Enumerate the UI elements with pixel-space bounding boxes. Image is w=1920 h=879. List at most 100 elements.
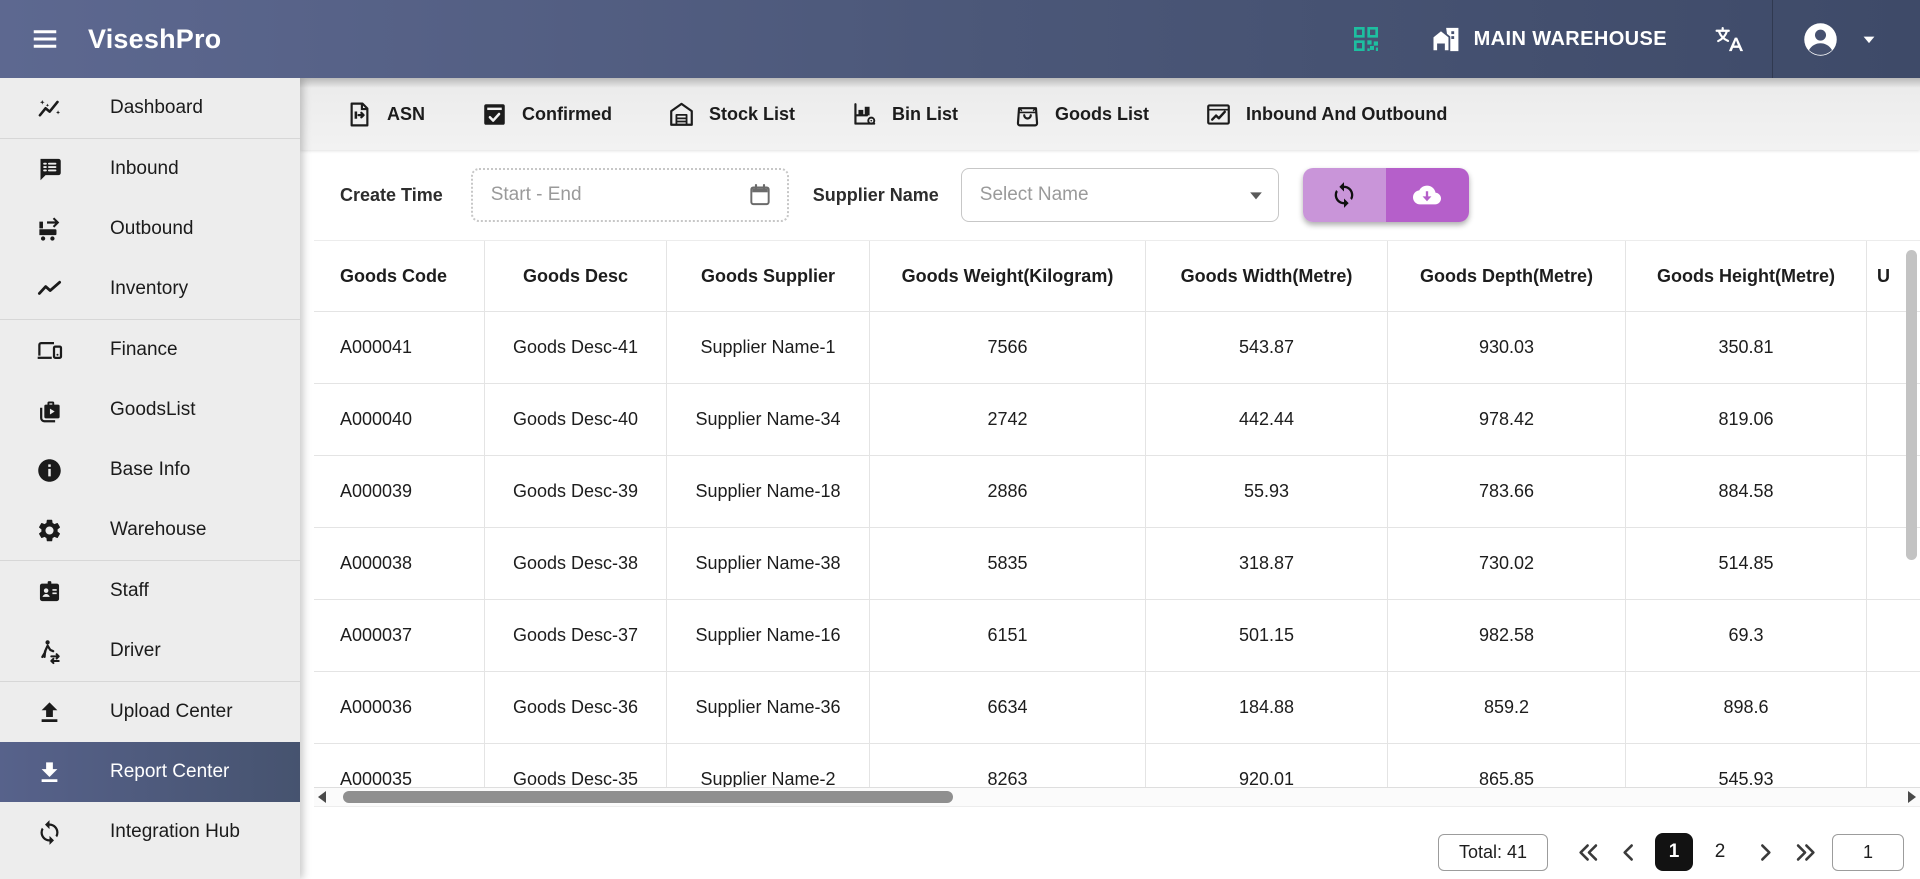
table-cell: 514.85: [1626, 528, 1867, 599]
table-cell: Supplier Name-38: [667, 528, 870, 599]
tab-goods-list[interactable]: Goods List: [1013, 100, 1149, 129]
sidebar-item-label: Finance: [110, 339, 178, 361]
table-cell: 69.3: [1626, 600, 1867, 671]
table-cell: 318.87: [1146, 528, 1388, 599]
action-buttons: [1303, 168, 1469, 222]
page-button-2[interactable]: 2: [1701, 833, 1739, 871]
info-icon: [36, 457, 63, 484]
sync-icon: [36, 819, 63, 846]
table-row[interactable]: A000038Goods Desc-38Supplier Name-385835…: [314, 527, 1920, 599]
sidebar-item-staff[interactable]: Staff: [0, 561, 300, 621]
tab-asn[interactable]: ASN: [345, 100, 425, 129]
first-page-button[interactable]: [1575, 839, 1602, 866]
column-header-goods-desc: Goods Desc: [485, 241, 667, 311]
sidebar-item-inventory[interactable]: Inventory: [0, 259, 300, 319]
table-cell: 898.6: [1626, 672, 1867, 743]
table-row[interactable]: A000036Goods Desc-36Supplier Name-366634…: [314, 671, 1920, 743]
table-cell: 2886: [870, 456, 1146, 527]
table-row[interactable]: A000039Goods Desc-39Supplier Name-182886…: [314, 455, 1920, 527]
table-cell: 350.81: [1626, 312, 1867, 383]
table-cell: Goods Desc-36: [485, 672, 667, 743]
table-cell: Supplier Name-34: [667, 384, 870, 455]
date-range-input[interactable]: Start - End: [471, 168, 789, 222]
prev-page-button[interactable]: [1615, 839, 1642, 866]
caret-down-icon[interactable]: [1856, 26, 1882, 52]
sidebar-item-label: Staff: [110, 580, 149, 602]
inout-chart-icon: [1204, 100, 1233, 129]
menu-icon[interactable]: [30, 24, 60, 54]
scroll-right-arrow[interactable]: [1904, 788, 1920, 806]
scroll-left-arrow[interactable]: [314, 788, 330, 806]
sidebar-item-label: Base Info: [110, 459, 190, 481]
sidebar-item-warehouse[interactable]: Warehouse: [0, 500, 300, 560]
dropdown-caret-icon: [1242, 181, 1270, 209]
cases-icon: [36, 397, 63, 424]
table-cell: A000041: [314, 312, 485, 383]
page-numbers: 12: [1655, 833, 1739, 871]
table-cell: 543.87: [1146, 312, 1388, 383]
table-cell: 2742: [870, 384, 1146, 455]
table-cell: [1867, 600, 1920, 671]
table-cell: 783.66: [1388, 456, 1626, 527]
table-cell: 859.2: [1388, 672, 1626, 743]
horizontal-scrollbar[interactable]: [314, 787, 1920, 807]
sidebar-item-upload-center[interactable]: Upload Center: [0, 682, 300, 742]
table-cell: 978.42: [1388, 384, 1626, 455]
scrollbar-thumb[interactable]: [343, 791, 953, 803]
tab-bar: ASN Confirmed Stock List Bin List Goods List…: [300, 78, 1920, 150]
supplier-select[interactable]: Select Name: [961, 168, 1279, 222]
page-jump-input[interactable]: [1832, 834, 1904, 871]
refresh-button[interactable]: [1303, 168, 1386, 222]
export-button[interactable]: [1386, 168, 1469, 222]
tab-inbound-and-outbound[interactable]: Inbound And Outbound: [1204, 100, 1447, 129]
pagination-bar: Total: 41 12: [300, 832, 1920, 872]
table-cell: 884.58: [1626, 456, 1867, 527]
filter-bar: Create Time Start - End Supplier Name Se…: [300, 150, 1920, 240]
table-cell: 55.93: [1146, 456, 1388, 527]
next-page-button[interactable]: [1752, 839, 1779, 866]
table-cell: Goods Desc-39: [485, 456, 667, 527]
sidebar-item-label: Upload Center: [110, 701, 233, 723]
sidebar-item-finance[interactable]: Finance: [0, 320, 300, 380]
last-page-button[interactable]: [1792, 839, 1819, 866]
sidebar-item-label: GoodsList: [110, 399, 196, 421]
table-cell: 5835: [870, 528, 1146, 599]
sidebar-item-base-info[interactable]: Base Info: [0, 440, 300, 500]
table-cell: Goods Desc-41: [485, 312, 667, 383]
translate-icon[interactable]: [1713, 24, 1744, 55]
sidebar-item-integration-hub[interactable]: Integration Hub: [0, 802, 300, 862]
sidebar-item-driver[interactable]: Driver: [0, 621, 300, 681]
table-cell: 819.06: [1626, 384, 1867, 455]
sidebar-item-goodslist[interactable]: GoodsList: [0, 380, 300, 440]
table-row[interactable]: A000035Goods Desc-35Supplier Name-282639…: [314, 743, 1920, 787]
table-row[interactable]: A000041Goods Desc-41Supplier Name-175665…: [314, 311, 1920, 383]
app-header: ViseshPro MAIN WAREHOUSE: [0, 0, 1920, 78]
tab-bin-list[interactable]: Bin List: [850, 100, 958, 129]
sidebar-item-report-center[interactable]: Report Center: [0, 742, 300, 802]
sidebar-item-dashboard[interactable]: Dashboard: [0, 78, 300, 138]
table-cell: Supplier Name-36: [667, 672, 870, 743]
vertical-scrollbar[interactable]: [1906, 250, 1917, 560]
goods-bag-icon: [1013, 100, 1042, 129]
page-button-1[interactable]: 1: [1655, 833, 1693, 871]
table-cell: 545.93: [1626, 744, 1867, 787]
tab-stock-list[interactable]: Stock List: [667, 100, 795, 129]
table-cell: 865.85: [1388, 744, 1626, 787]
cloud-download-icon: [1413, 181, 1441, 209]
account-icon[interactable]: [1801, 20, 1840, 59]
sidebar-item-inbound[interactable]: Inbound: [0, 139, 300, 199]
table-cell: 8263: [870, 744, 1146, 787]
supplier-name-label: Supplier Name: [813, 185, 939, 206]
sync-icon: [1330, 181, 1358, 209]
table-row[interactable]: A000040Goods Desc-40Supplier Name-342742…: [314, 383, 1920, 455]
warehouse-selector[interactable]: MAIN WAREHOUSE: [1430, 24, 1667, 55]
sidebar-item-label: Outbound: [110, 218, 193, 240]
table-cell: 920.01: [1146, 744, 1388, 787]
qr-code-icon[interactable]: [1350, 23, 1382, 55]
tab-confirmed[interactable]: Confirmed: [480, 100, 612, 129]
trolley-icon: [36, 216, 63, 243]
tab-label: Bin List: [892, 104, 958, 125]
sidebar-item-outbound[interactable]: Outbound: [0, 199, 300, 259]
scrollbar-track[interactable]: [330, 788, 1904, 806]
table-row[interactable]: A000037Goods Desc-37Supplier Name-166151…: [314, 599, 1920, 671]
